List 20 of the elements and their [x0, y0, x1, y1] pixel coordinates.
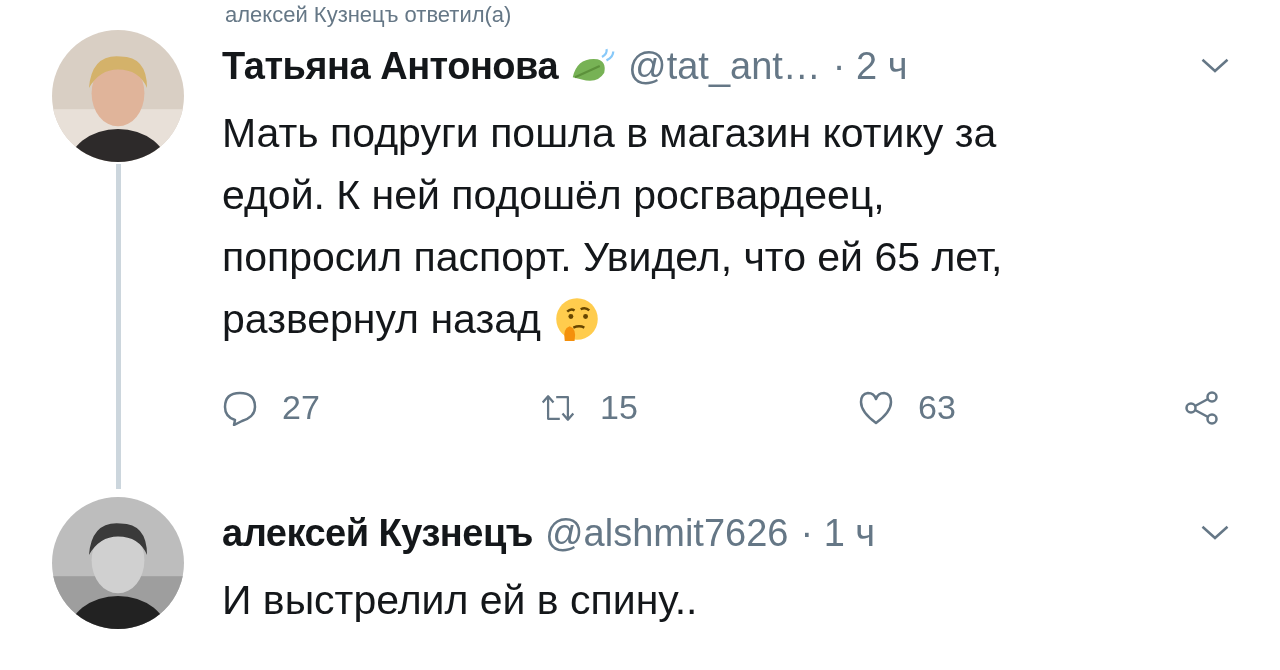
speech-bubble-icon — [222, 389, 258, 426]
tweet-text-line: развернул назад — [222, 295, 541, 344]
share-icon[interactable] — [1184, 389, 1220, 426]
user-handle[interactable]: @alshmit7626 — [545, 511, 789, 555]
like-button[interactable]: 63 — [858, 388, 1176, 427]
user-handle[interactable]: @tat_ant… — [628, 44, 821, 88]
tweet-text-line: едой. К ней подошёл росгвардеец, — [222, 171, 885, 220]
reply-button[interactable]: 27 — [222, 388, 540, 427]
reply-context: алексей Кузнецъ ответил(а) — [224, 1, 513, 29]
retweet-button[interactable]: 15 — [540, 388, 858, 427]
timestamp: · 2 ч — [832, 44, 908, 88]
caret-icon[interactable] — [1200, 57, 1230, 75]
tweet-text-line: Мать подруги пошла в магазин котику за — [222, 109, 997, 158]
timestamp: · 1 ч — [800, 511, 876, 555]
caret-icon[interactable] — [1200, 524, 1230, 542]
tweet-text-line: попросил паспорт. Увидел, что ей 65 лет, — [222, 233, 1003, 282]
author-name[interactable]: Татьяна Антонова — [222, 44, 559, 88]
heart-icon — [858, 389, 894, 426]
tweet-text-line: И выстрелил ей в спину.. — [222, 576, 698, 625]
author-name[interactable]: алексей Кузнецъ — [222, 511, 533, 555]
